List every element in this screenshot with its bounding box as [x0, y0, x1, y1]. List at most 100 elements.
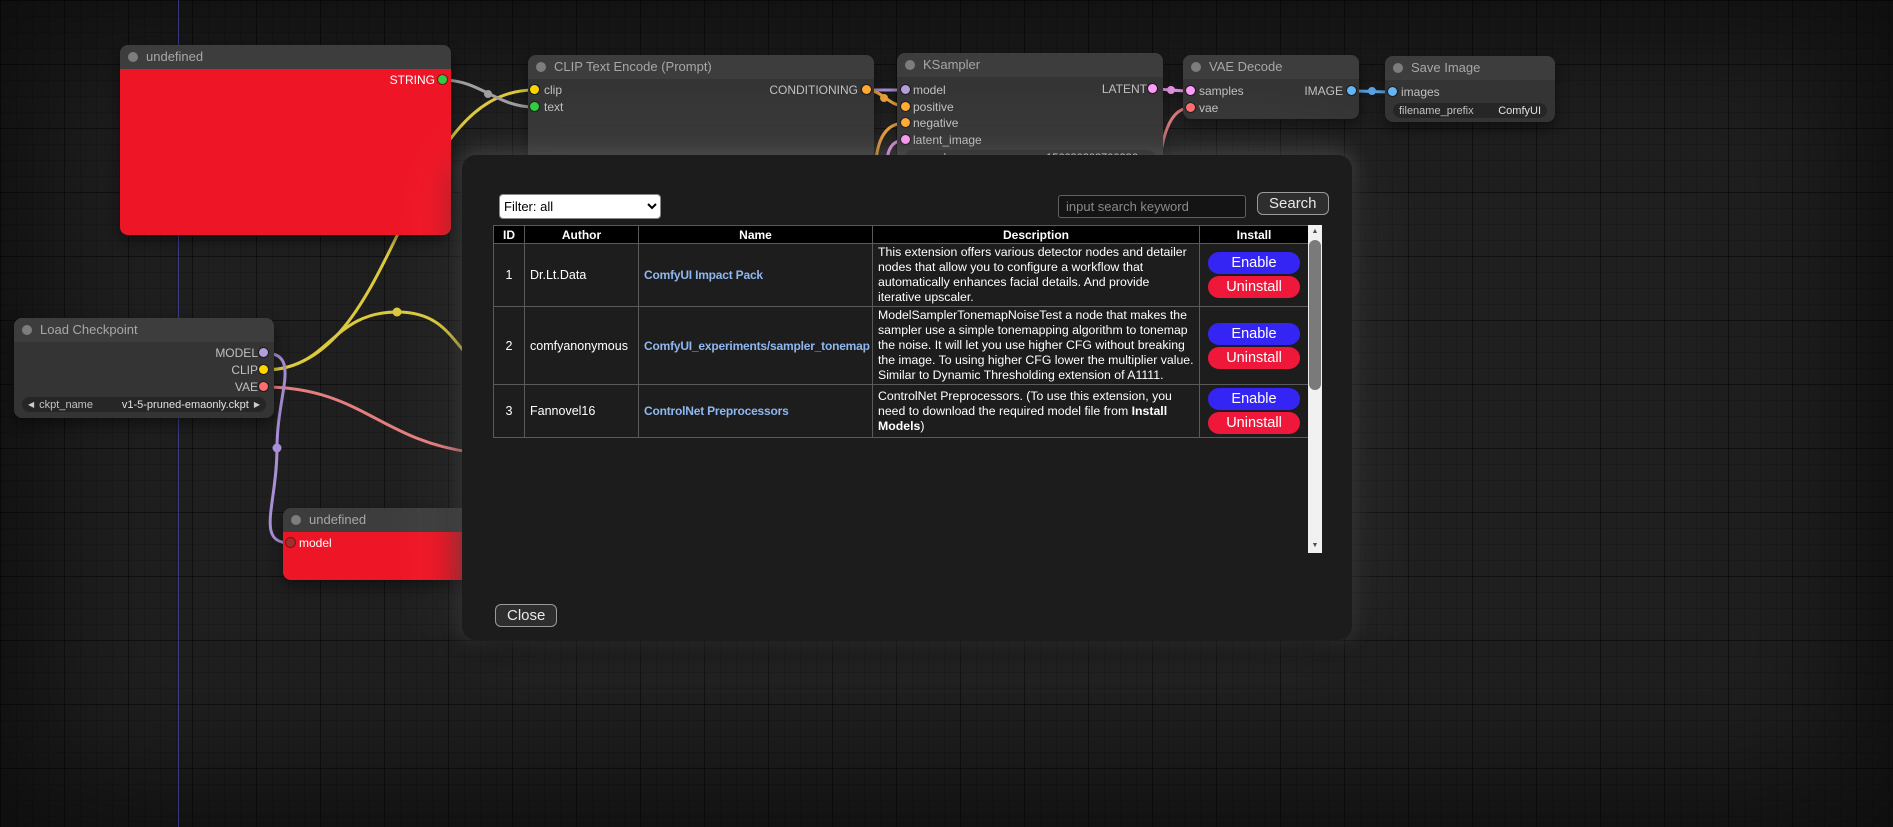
widget-filename-prefix[interactable]: filename_prefix ComfyUI: [1393, 103, 1547, 118]
extension-id: 2: [494, 307, 525, 385]
extension-row: 2 comfyanonymous ComfyUI_experiments/sam…: [494, 307, 1309, 385]
extension-id: 3: [494, 385, 525, 438]
column-header-author: Author: [525, 226, 639, 244]
node-title[interactable]: Save Image: [1385, 56, 1555, 80]
column-header-install: Install: [1200, 226, 1309, 244]
slot-dot-latent-image[interactable]: [901, 135, 910, 144]
link-wire-vae: [264, 387, 470, 452]
uninstall-button[interactable]: Uninstall: [1208, 347, 1300, 369]
close-button[interactable]: Close: [495, 604, 557, 627]
custom-nodes-manager-dialog: Filter: all Search ID Author Name Descri…: [462, 155, 1352, 640]
node-collapse-toggle[interactable]: [1191, 62, 1201, 72]
slot-dot-samples[interactable]: [1186, 86, 1195, 95]
extension-description: This extension offers various detector n…: [873, 244, 1200, 307]
slot-dot-model[interactable]: [901, 85, 910, 94]
slot-dot-clip[interactable]: [530, 85, 539, 94]
widget-ckpt-name[interactable]: ◀ ckpt_name v1-5-pruned-emaonly.ckpt ▶: [22, 397, 266, 412]
link-midpoint-dot[interactable]: [1368, 87, 1376, 95]
output-slot-clip[interactable]: CLIP: [231, 362, 274, 378]
slot-dot-model[interactable]: [286, 538, 295, 547]
slot-dot-clip-out[interactable]: [259, 365, 268, 374]
input-slot-clip[interactable]: clip: [528, 82, 562, 98]
slot-dot-images[interactable]: [1388, 87, 1397, 96]
search-button[interactable]: Search: [1257, 192, 1329, 215]
input-slot-images[interactable]: images: [1385, 84, 1440, 100]
node-collapse-toggle[interactable]: [291, 515, 301, 525]
input-slot-negative[interactable]: negative: [897, 115, 958, 131]
slot-dot-negative[interactable]: [901, 118, 910, 127]
node-title[interactable]: KSampler: [897, 53, 1163, 77]
node-graph-canvas[interactable]: undefined STRING CLIP Text Encode (Promp…: [0, 0, 1893, 827]
table-scrollbar[interactable]: ▲ ▼: [1308, 225, 1322, 553]
column-header-id: ID: [494, 226, 525, 244]
extensions-table: ID Author Name Description Install 1 Dr.…: [493, 225, 1309, 438]
enable-button[interactable]: Enable: [1208, 388, 1300, 410]
node-title[interactable]: Load Checkpoint: [14, 318, 274, 342]
node-load-checkpoint[interactable]: Load Checkpoint MODEL CLIP VAE ◀ ckpt_na…: [14, 318, 274, 418]
link-midpoint-dot[interactable]: [880, 94, 888, 102]
node-title[interactable]: VAE Decode: [1183, 55, 1359, 79]
input-slot-text[interactable]: text: [528, 99, 563, 115]
extension-author: comfyanonymous: [525, 307, 639, 385]
extension-name-link[interactable]: ComfyUI Impact Pack: [644, 268, 763, 282]
node-title[interactable]: CLIP Text Encode (Prompt): [528, 55, 874, 79]
output-slot-vae[interactable]: VAE: [235, 379, 274, 395]
input-slot-latent-image[interactable]: latent_image: [897, 132, 982, 148]
node-collapse-toggle[interactable]: [128, 52, 138, 62]
widget-arrow-right-icon[interactable]: ▶: [254, 397, 260, 412]
slot-dot-model-out[interactable]: [259, 348, 268, 357]
node-collapse-toggle[interactable]: [905, 60, 915, 70]
link-midpoint-dot[interactable]: [1167, 86, 1175, 94]
extension-author: Fannovel16: [525, 385, 639, 438]
node-collapse-toggle[interactable]: [22, 325, 32, 335]
output-slot-conditioning[interactable]: CONDITIONING: [769, 82, 874, 98]
input-slot-model[interactable]: model: [897, 82, 946, 98]
search-input[interactable]: [1058, 195, 1246, 218]
enable-button[interactable]: Enable: [1208, 252, 1300, 274]
node-undefined-bottom[interactable]: undefined model: [283, 508, 483, 580]
output-slot-string[interactable]: STRING: [390, 72, 451, 88]
link-midpoint-dot[interactable]: [273, 444, 282, 453]
node-undefined-top[interactable]: undefined STRING: [120, 45, 451, 235]
node-save-image[interactable]: Save Image images filename_prefix ComfyU…: [1385, 56, 1555, 122]
scroll-up-icon[interactable]: ▲: [1308, 225, 1322, 239]
table-header-row: ID Author Name Description Install: [494, 226, 1309, 244]
slot-dot-conditioning[interactable]: [862, 85, 871, 94]
slot-dot-positive[interactable]: [901, 102, 910, 111]
input-slot-samples[interactable]: samples: [1183, 83, 1244, 99]
output-slot-latent[interactable]: LATENT: [1102, 81, 1163, 97]
enable-button[interactable]: Enable: [1208, 323, 1300, 345]
widget-arrow-left-icon[interactable]: ◀: [28, 397, 34, 412]
node-title[interactable]: undefined: [283, 508, 483, 532]
output-slot-model[interactable]: MODEL: [215, 345, 274, 361]
slot-dot-image[interactable]: [1347, 86, 1356, 95]
slot-dot-string[interactable]: [438, 75, 447, 84]
slot-dot-vae[interactable]: [1186, 103, 1195, 112]
slot-dot-text[interactable]: [530, 102, 539, 111]
error-node-body: [120, 69, 451, 235]
input-slot-vae[interactable]: vae: [1183, 100, 1218, 116]
slot-dot-vae-out[interactable]: [259, 382, 268, 391]
input-slot-positive[interactable]: positive: [897, 99, 954, 115]
node-collapse-toggle[interactable]: [536, 62, 546, 72]
node-vae-decode[interactable]: VAE Decode samples vae IMAGE: [1183, 55, 1359, 119]
extension-row: 3 Fannovel16 ControlNet Preprocessors Co…: [494, 385, 1309, 438]
uninstall-button[interactable]: Uninstall: [1208, 276, 1300, 298]
uninstall-button[interactable]: Uninstall: [1208, 412, 1300, 434]
output-slot-image[interactable]: IMAGE: [1304, 83, 1359, 99]
extension-name-link[interactable]: ControlNet Preprocessors: [644, 404, 789, 418]
extension-name-link[interactable]: ComfyUI_experiments/sampler_tonemap: [644, 339, 870, 353]
node-collapse-toggle[interactable]: [1393, 63, 1403, 73]
column-header-description: Description: [873, 226, 1200, 244]
scroll-down-icon[interactable]: ▼: [1308, 539, 1322, 553]
filter-select[interactable]: Filter: all: [499, 194, 661, 219]
node-title[interactable]: undefined: [120, 45, 451, 69]
column-header-name: Name: [639, 226, 873, 244]
slot-dot-latent[interactable]: [1148, 84, 1157, 93]
link-midpoint-dot[interactable]: [484, 90, 492, 98]
input-slot-model[interactable]: model: [283, 535, 332, 551]
extension-description: ModelSamplerTonemapNoiseTest a node that…: [873, 307, 1200, 385]
link-midpoint-dot[interactable]: [393, 308, 402, 317]
scrollbar-thumb[interactable]: [1309, 240, 1321, 390]
extension-row: 1 Dr.Lt.Data ComfyUI Impact Pack This ex…: [494, 244, 1309, 307]
